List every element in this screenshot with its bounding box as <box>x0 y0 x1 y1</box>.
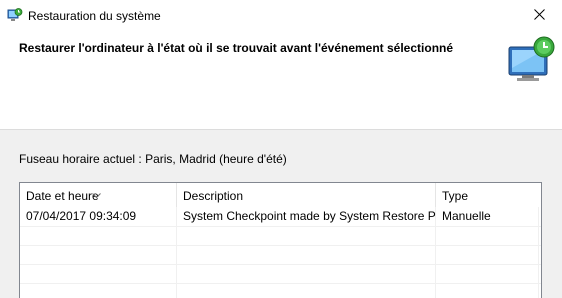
system-restore-window: Restauration du système Restaurer l'ordi… <box>0 0 562 298</box>
column-header-type[interactable]: Type <box>436 183 541 207</box>
cell-description: System Checkpoint made by System Restore… <box>183 209 436 223</box>
table-row-empty <box>20 283 541 298</box>
table-row[interactable]: 07/04/2017 09:34:09 System Checkpoint ma… <box>20 207 541 227</box>
computer-restore-icon <box>506 33 556 83</box>
column-header-type-label: Type <box>442 189 469 203</box>
timezone-label: Fuseau horaire actuel : Paris, Madrid (h… <box>19 152 287 166</box>
sort-descending-icon <box>92 183 101 199</box>
header-area: Restaurer l'ordinateur à l'état où il se… <box>0 31 562 129</box>
window-title: Restauration du système <box>28 9 161 23</box>
table-row-empty <box>20 264 541 284</box>
cell-type: Manuelle <box>442 209 491 223</box>
header-separator <box>0 129 562 130</box>
column-header-date-label: Date et heure <box>26 189 99 203</box>
page-heading: Restaurer l'ordinateur à l'état où il se… <box>19 41 454 55</box>
column-header-date[interactable]: Date et heure <box>20 183 177 207</box>
restore-points-table[interactable]: Date et heure Description Type 07/04/201… <box>19 182 542 298</box>
column-header-description-label: Description <box>183 189 244 203</box>
cell-date: 07/04/2017 09:34:09 <box>26 209 137 223</box>
close-button[interactable] <box>516 0 562 31</box>
column-header-description[interactable]: Description <box>177 183 436 207</box>
table-row-empty <box>20 245 541 265</box>
title-bar[interactable]: Restauration du système <box>0 0 562 31</box>
table-header: Date et heure Description Type <box>20 183 541 207</box>
table-row-empty <box>20 226 541 246</box>
system-restore-icon <box>7 7 23 23</box>
close-icon <box>533 8 545 23</box>
